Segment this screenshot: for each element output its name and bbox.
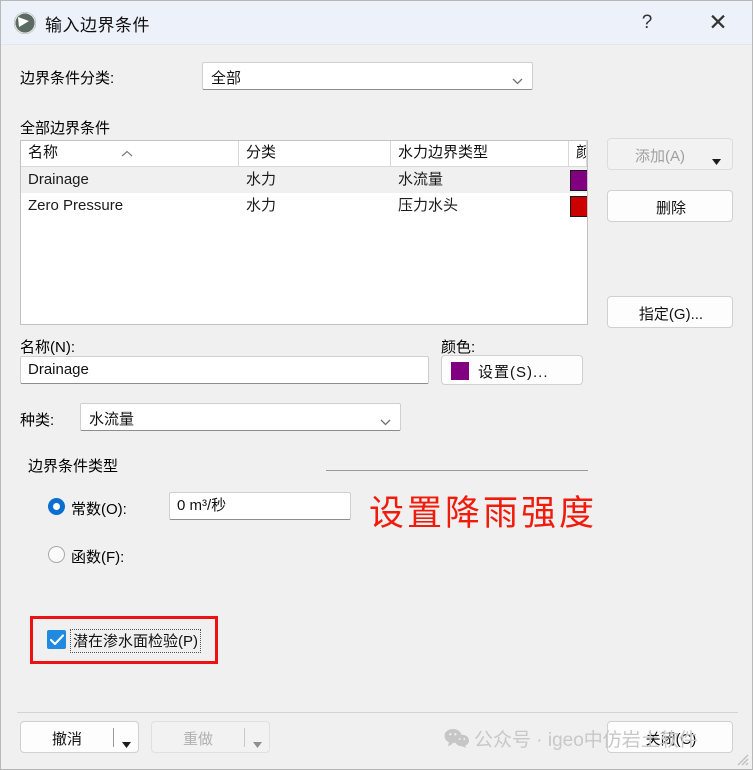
redo-split-divider <box>244 728 245 747</box>
function-radio-label: 函数(F): <box>71 549 125 566</box>
cell-category: 水力 <box>246 171 277 188</box>
constant-radio-label: 常数(O): <box>71 501 127 518</box>
wechat-icon <box>444 728 470 748</box>
annotation-text: 设置降雨强度 <box>369 494 598 534</box>
chevron-down-icon <box>380 413 391 426</box>
column-header-hydraulic-type[interactable]: 水力边界类型 <box>391 141 569 166</box>
cell-hydraulic-type: 水流量 <box>398 171 444 188</box>
add-button-label: 添加(A) <box>635 148 685 165</box>
list-caption: 全部边界条件 <box>20 120 111 137</box>
table-row[interactable]: Drainage 水力 水流量 <box>21 167 587 193</box>
cell-hydraulic-type: 压力水头 <box>398 197 459 214</box>
filter-label: 边界条件分类: <box>20 70 115 87</box>
cell-color-swatch <box>570 170 587 191</box>
constant-radio[interactable] <box>48 498 65 515</box>
boundary-condition-table[interactable]: 名称 分类 水力边界类型 颜 Drainage 水力 水流量 Zero Pres… <box>20 140 588 325</box>
dropdown-arrow-icon <box>712 152 721 169</box>
column-header-color[interactable]: 颜 <box>569 141 587 166</box>
close-x-icon[interactable]: ✕ <box>701 7 735 39</box>
cell-category: 水力 <box>246 197 277 214</box>
seepage-face-checkbox-label[interactable]: 潜在渗水面检验(P) <box>70 629 201 653</box>
table-header-row: 名称 分类 水力边界类型 颜 <box>21 141 587 167</box>
dropdown-arrow-icon[interactable] <box>122 735 131 752</box>
color-set-button[interactable]: 设置(S)... <box>441 355 583 385</box>
resize-grip-icon[interactable] <box>734 751 749 766</box>
bc-type-group-legend: 边界条件类型 <box>28 458 119 475</box>
color-swatch <box>451 362 469 380</box>
assign-button[interactable]: 指定(G)... <box>607 296 733 328</box>
name-input[interactable]: Drainage <box>20 356 429 384</box>
seepage-face-checkbox[interactable] <box>47 630 66 649</box>
add-button[interactable]: 添加(A) <box>607 138 733 170</box>
assign-button-label: 指定(G)... <box>638 306 704 323</box>
bc-category-combo[interactable]: 全部 <box>202 62 533 90</box>
redo-button-label: 重做 <box>182 731 213 748</box>
cell-color-swatch <box>570 196 587 217</box>
app-logo-icon <box>14 12 36 34</box>
dropdown-arrow-icon[interactable] <box>253 735 262 752</box>
kind-value: 水流量 <box>89 411 135 428</box>
chevron-down-icon <box>512 72 523 85</box>
title-bar: 输入边界条件 ? ✕ <box>1 1 752 45</box>
name-label: 名称(N): <box>20 339 75 356</box>
bc-category-value: 全部 <box>211 70 242 87</box>
color-label: 颜色: <box>441 339 476 356</box>
delete-button-label: 删除 <box>655 200 686 217</box>
column-header-category[interactable]: 分类 <box>239 141 391 166</box>
footer-divider <box>17 712 738 713</box>
cell-name: Drainage <box>28 171 89 188</box>
undo-button-label: 撤消 <box>51 731 82 748</box>
window-title: 输入边界条件 <box>45 16 150 35</box>
table-row[interactable]: Zero Pressure 水力 压力水头 <box>21 193 587 219</box>
group-divider <box>326 470 588 471</box>
watermark-text: 公众号 · igeo中仿岩土软件 <box>474 730 698 751</box>
cell-name: Zero Pressure <box>28 197 124 214</box>
delete-button[interactable]: 删除 <box>607 190 733 222</box>
redo-button[interactable]: 重做 <box>151 721 270 753</box>
constant-value-input[interactable]: 0 m³/秒 <box>169 492 351 520</box>
dialog-window: 输入边界条件 ? ✕ 边界条件分类: 全部 全部边界条件 名称 分类 水力边界类… <box>0 0 753 770</box>
question-mark-icon[interactable]: ? <box>630 7 664 39</box>
undo-button[interactable]: 撤消 <box>20 721 139 753</box>
color-set-button-label: 设置(S)... <box>478 364 549 381</box>
kind-combo[interactable]: 水流量 <box>80 403 401 431</box>
kind-label: 种类: <box>20 412 55 429</box>
function-radio[interactable] <box>48 546 65 563</box>
undo-split-divider <box>113 728 114 747</box>
sort-ascending-caret-icon <box>121 144 133 157</box>
checkmark-icon <box>50 634 64 646</box>
